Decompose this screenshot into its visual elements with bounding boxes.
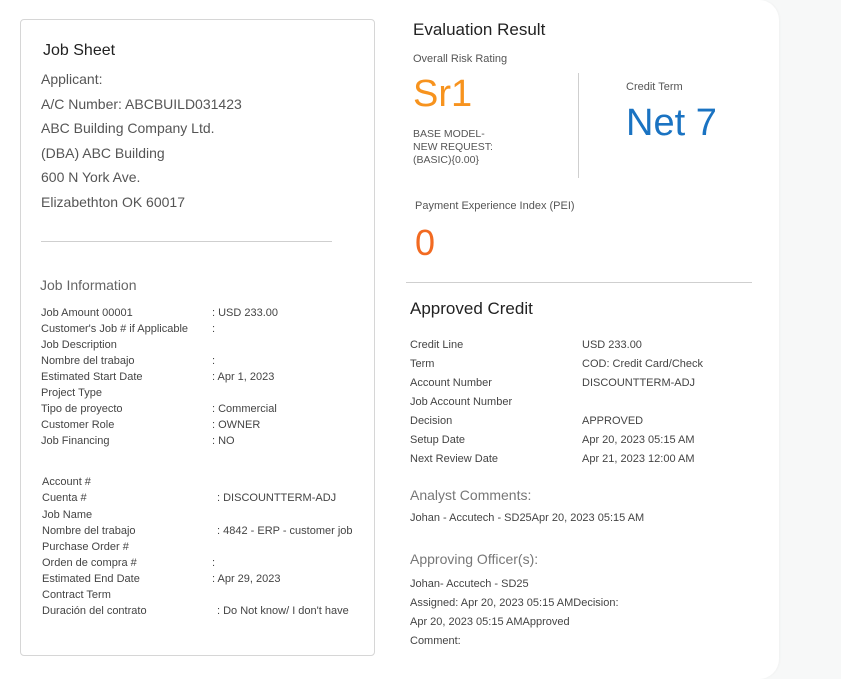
job-information-title: Job Information xyxy=(40,277,137,293)
evaluation-result-title: Evaluation Result xyxy=(413,20,546,39)
street-address: 600 N York Ave. xyxy=(41,169,141,185)
officer-line: Apr 20, 2023 05:15 AMApproved xyxy=(410,616,570,628)
row-value: : USD 233.00 xyxy=(212,307,279,319)
row-value: : 4842 - ERP - customer job xyxy=(217,525,353,537)
row-value: : Do Not know/ I don't have xyxy=(217,605,349,617)
row-value: DISCOUNTTERM-ADJ xyxy=(582,377,696,389)
row-label: Estimated Start Date xyxy=(41,371,143,383)
row-label: Account # xyxy=(42,476,91,488)
credit-term-label: Credit Term xyxy=(626,81,683,93)
row-label: Job Description xyxy=(41,339,117,351)
row-value: APPROVED xyxy=(582,415,644,427)
row-label: Purchase Order # xyxy=(42,541,129,553)
row-value: : NO xyxy=(212,435,235,447)
divider xyxy=(41,241,332,242)
analyst-comment: Johan - Accutech - SD25Apr 20, 2023 05:1… xyxy=(410,512,645,524)
row-value: : Apr 29, 2023 xyxy=(212,573,281,585)
officer-line: Assigned: Apr 20, 2023 05:15 AMDecision: xyxy=(410,597,619,609)
dba-name: (DBA) ABC Building xyxy=(41,145,165,161)
row-label: Customer Role xyxy=(41,419,115,431)
applicant-label: Applicant: xyxy=(41,71,103,87)
analyst-comments-title: Analyst Comments: xyxy=(410,487,532,503)
credit-term-value: Net 7 xyxy=(626,102,717,144)
row-value: : DISCOUNTTERM-ADJ xyxy=(217,492,337,504)
row-value: : Commercial xyxy=(212,403,277,415)
main-panel: Job Sheet Applicant: A/C Number: ABCBUIL… xyxy=(0,0,779,679)
row-label: Account Number xyxy=(410,377,492,389)
vertical-divider xyxy=(578,73,579,178)
divider xyxy=(406,282,752,283)
row-label: Job Account Number xyxy=(410,396,513,408)
row-label: Next Review Date xyxy=(410,453,499,465)
row-value: : xyxy=(212,557,216,569)
row-label: Duración del contrato xyxy=(42,605,147,617)
officer-line: Comment: xyxy=(410,635,461,647)
pei-value: 0 xyxy=(415,222,436,263)
row-label: Setup Date xyxy=(410,434,466,446)
row-label: Nombre del trabajo xyxy=(42,525,136,537)
row-value: : xyxy=(212,323,216,335)
row-label: Orden de compra # xyxy=(42,557,137,569)
risk-model-line: (BASIC){0.00} xyxy=(413,154,479,166)
row-label: Estimated End Date xyxy=(42,573,140,585)
row-value: Apr 20, 2023 05:15 AM xyxy=(582,434,695,446)
row-value: Apr 21, 2023 12:00 AM xyxy=(582,453,695,465)
risk-model-info: BASE MODEL- NEW REQUEST: (BASIC){0.00} xyxy=(413,128,493,167)
row-label: Decision xyxy=(410,415,453,427)
row-label: Project Type xyxy=(41,387,102,399)
risk-rating-value: Sr1 xyxy=(413,73,473,115)
job-sheet-card: Job Sheet Applicant: A/C Number: ABCBUIL… xyxy=(20,19,375,656)
pei-label: Payment Experience Index (PEI) xyxy=(415,200,575,212)
row-label: Job Financing xyxy=(41,435,110,447)
row-label: Credit Line xyxy=(410,339,464,351)
row-label: Job Amount 00001 xyxy=(41,307,133,319)
company-name: ABC Building Company Ltd. xyxy=(41,120,215,136)
row-label: Nombre del trabajo xyxy=(41,355,135,367)
overall-risk-rating-label: Overall Risk Rating xyxy=(413,53,508,65)
account-number: A/C Number: ABCBUILD031423 xyxy=(41,96,242,112)
row-value: : Apr 1, 2023 xyxy=(212,371,275,383)
row-label: Customer's Job # if Applicable xyxy=(41,323,189,335)
row-label: Contract Term xyxy=(42,589,111,601)
approving-officers-title: Approving Officer(s): xyxy=(410,551,539,567)
job-sheet-title: Job Sheet xyxy=(43,42,116,59)
row-value: : OWNER xyxy=(212,419,261,431)
row-value: COD: Credit Card/Check xyxy=(582,358,704,370)
row-label: Cuenta # xyxy=(42,492,87,504)
risk-model-line: NEW REQUEST: xyxy=(413,141,493,153)
row-label: Term xyxy=(410,358,435,370)
approved-credit-title: Approved Credit xyxy=(410,299,533,318)
officer-line: Johan- Accutech - SD25 xyxy=(410,578,529,590)
risk-model-line: BASE MODEL- xyxy=(413,128,485,140)
row-value: USD 233.00 xyxy=(582,339,642,351)
row-label: Job Name xyxy=(42,509,93,521)
city-state-zip: Elizabethton OK 60017 xyxy=(41,194,185,210)
row-value: : xyxy=(212,355,216,367)
row-label: Tipo de proyecto xyxy=(41,403,123,415)
